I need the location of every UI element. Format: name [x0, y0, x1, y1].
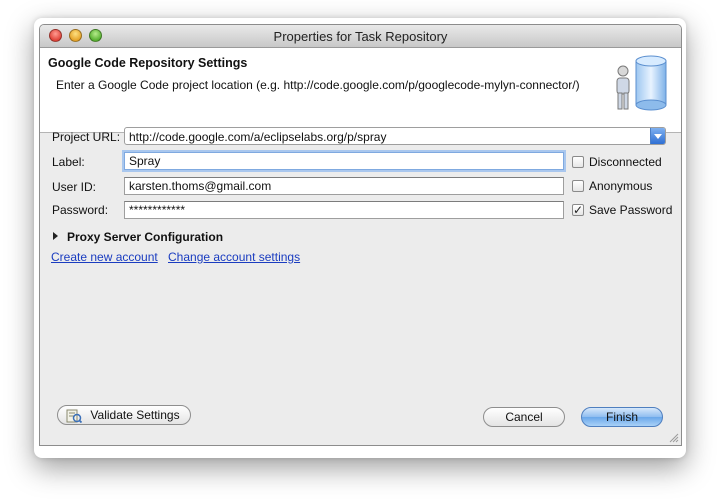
cancel-button[interactable]: Cancel	[483, 407, 565, 427]
save-password-checkbox[interactable]: ✓	[572, 204, 584, 216]
header-description: Enter a Google Code project location (e.…	[56, 78, 580, 92]
validate-icon	[66, 409, 82, 423]
disclosure-triangle-icon[interactable]	[53, 232, 58, 240]
window-title: Properties for Task Repository	[273, 29, 448, 44]
anonymous-label: Anonymous	[589, 179, 653, 193]
project-url-combo[interactable]: http://code.google.com/a/eclipselabs.org…	[124, 127, 666, 145]
user-id-label: User ID:	[52, 180, 97, 194]
password-input[interactable]: ************	[124, 201, 564, 219]
anonymous-checkbox[interactable]	[572, 180, 584, 192]
project-url-label: Project URL:	[52, 130, 121, 144]
title-bar[interactable]: Properties for Task Repository	[40, 25, 681, 48]
finish-button[interactable]: Finish	[581, 407, 663, 427]
header-title: Google Code Repository Settings	[48, 56, 248, 70]
chevron-down-icon[interactable]	[650, 128, 665, 144]
disconnected-label: Disconnected	[589, 155, 662, 169]
save-password-label: Save Password	[589, 203, 673, 217]
project-url-value: http://code.google.com/a/eclipselabs.org…	[129, 130, 387, 144]
wizard-header: Google Code Repository Settings Enter a …	[40, 48, 681, 133]
change-account-link[interactable]: Change account settings	[168, 250, 300, 264]
validate-settings-button[interactable]: Validate Settings	[57, 405, 191, 425]
resize-grip-icon[interactable]	[669, 433, 679, 443]
validate-settings-label: Validate Settings	[90, 408, 180, 422]
disconnected-checkbox[interactable]	[572, 156, 584, 168]
password-label: Password:	[52, 203, 109, 217]
label-field-label: Label:	[52, 155, 85, 169]
properties-dialog: Properties for Task Repository Google Co…	[39, 24, 682, 446]
create-account-link[interactable]: Create new account	[51, 250, 158, 264]
proxy-section-toggle[interactable]: Proxy Server Configuration	[67, 230, 223, 244]
repository-database-icon	[616, 55, 667, 111]
label-input[interactable]: Spray	[124, 152, 564, 170]
user-id-input[interactable]: karsten.thoms@gmail.com	[124, 177, 564, 195]
